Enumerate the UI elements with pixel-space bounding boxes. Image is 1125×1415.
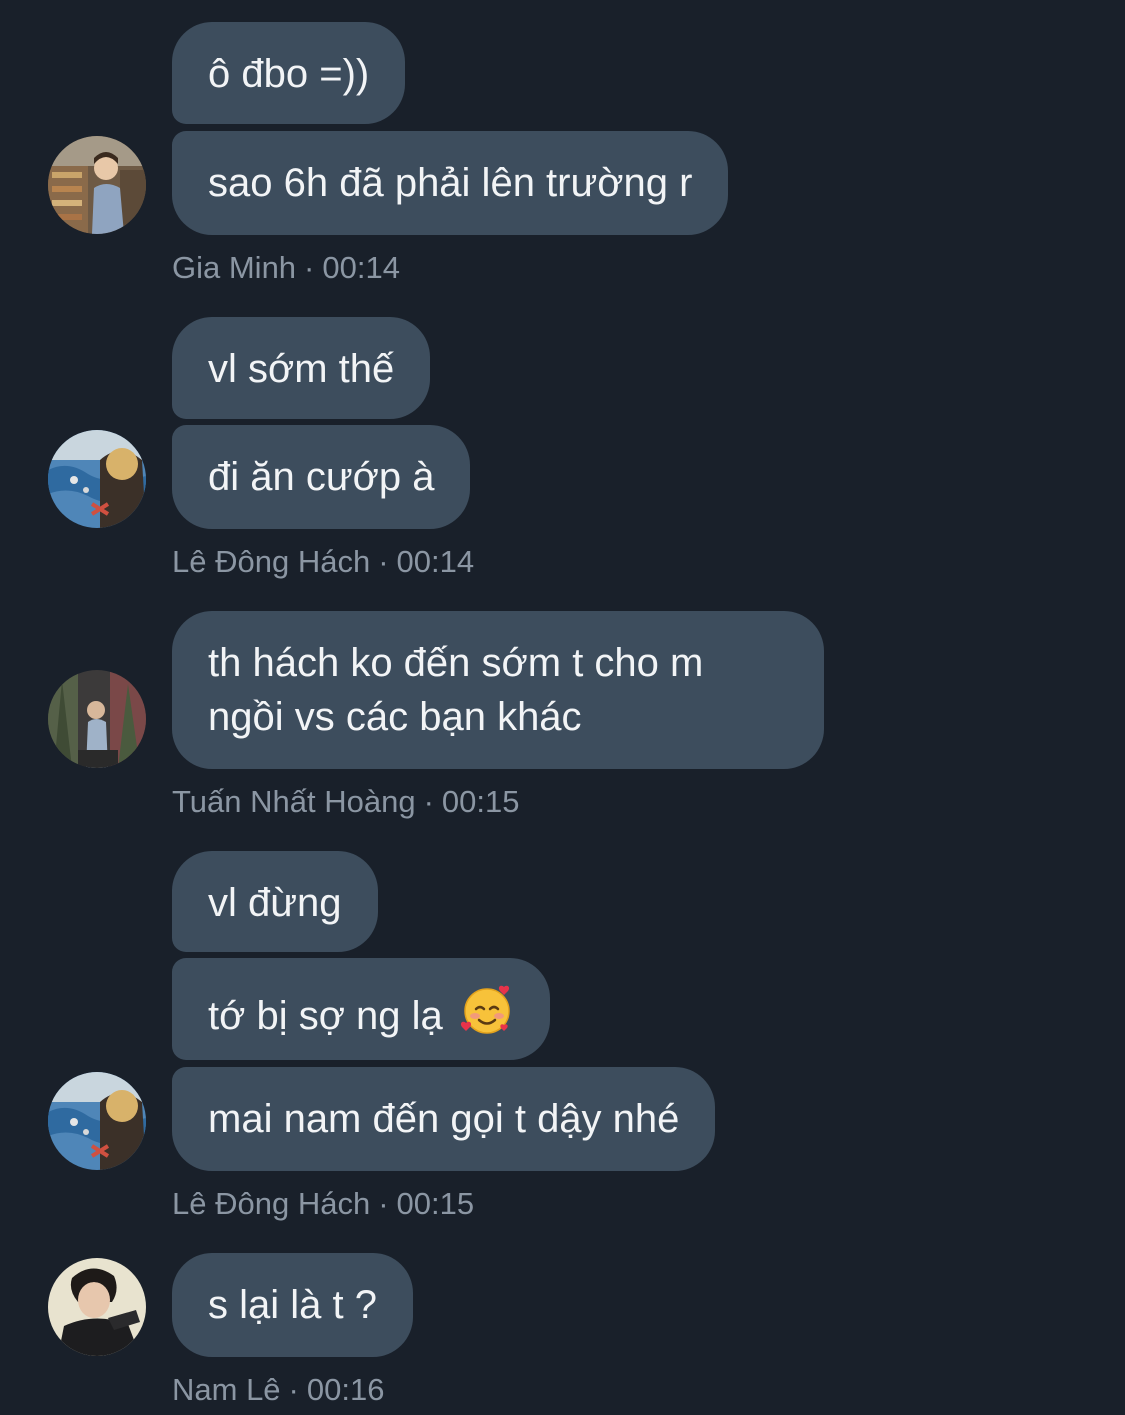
message-bubble[interactable]: vl sớm thế (172, 317, 431, 419)
timestamp: 00:14 (322, 250, 400, 285)
avatar[interactable] (48, 430, 146, 528)
message-bubble[interactable]: vl đừng (172, 851, 378, 952)
sender-name[interactable]: Lê Đông Hách (172, 1186, 370, 1221)
timestamp: 00:16 (306, 1372, 385, 1407)
user-avatar-photo-pool-icon (48, 430, 146, 528)
timestamp: 00:14 (396, 544, 475, 579)
message-meta: Lê Đông Hách · 00:14 (172, 544, 474, 580)
meta-separator: · (304, 250, 315, 285)
user-avatar-photo-portrait-icon (48, 1258, 146, 1356)
message-bubble[interactable]: ô đbo =)) (172, 22, 406, 124)
message-meta: Gia Minh · 00:14 (172, 250, 400, 286)
timestamp: 00:15 (396, 1186, 475, 1221)
message-meta: Tuấn Nhất Hoàng · 00:15 (172, 784, 519, 820)
message-meta: Lê Đông Hách · 00:15 (172, 1186, 474, 1222)
message-text: th hách ko đến sớm t cho m ngồi vs các b… (208, 641, 704, 739)
smiling-face-with-hearts-icon (460, 983, 514, 1051)
message-text: mai nam đến gọi t dậy nhé (208, 1097, 680, 1141)
message-text: đi ăn cướp à (208, 455, 435, 499)
message-bubble[interactable]: tớ bị sợ ng lạ (172, 958, 550, 1060)
message-meta: Nam Lê · 00:16 (172, 1372, 384, 1408)
sender-name[interactable]: Tuấn Nhất Hoàng (172, 784, 416, 819)
message-bubble[interactable]: mai nam đến gọi t dậy nhé (172, 1067, 716, 1171)
user-avatar-photo-trees-icon (48, 670, 146, 768)
avatar[interactable] (48, 136, 146, 234)
message-text: vl sớm thế (208, 347, 395, 391)
sender-name[interactable]: Gia Minh (172, 250, 296, 285)
user-avatar-photo-pool-icon (48, 1072, 146, 1170)
message-bubble[interactable]: đi ăn cướp à (172, 425, 471, 529)
message-bubble[interactable]: sao 6h đã phải lên trường r (172, 131, 729, 235)
user-avatar-photo-store-icon (48, 136, 146, 234)
message-text: vl đừng (208, 881, 342, 925)
avatar[interactable] (48, 1258, 146, 1356)
meta-separator: · (378, 544, 389, 579)
meta-separator: · (378, 1186, 389, 1221)
message-bubble[interactable]: th hách ko đến sớm t cho m ngồi vs các b… (172, 611, 824, 769)
meta-separator: · (288, 1372, 299, 1407)
sender-name[interactable]: Nam Lê (172, 1372, 281, 1407)
avatar[interactable] (48, 1072, 146, 1170)
message-text: ô đbo =)) (208, 52, 370, 96)
message-bubble[interactable]: s lại là t ? (172, 1253, 413, 1357)
meta-separator: · (423, 784, 434, 819)
message-text: tớ bị sợ ng lạ (208, 994, 443, 1038)
sender-name[interactable]: Lê Đông Hách (172, 544, 370, 579)
timestamp: 00:15 (441, 784, 520, 819)
avatar[interactable] (48, 670, 146, 768)
message-text: s lại là t ? (208, 1283, 377, 1327)
message-text: sao 6h đã phải lên trường r (208, 161, 693, 205)
